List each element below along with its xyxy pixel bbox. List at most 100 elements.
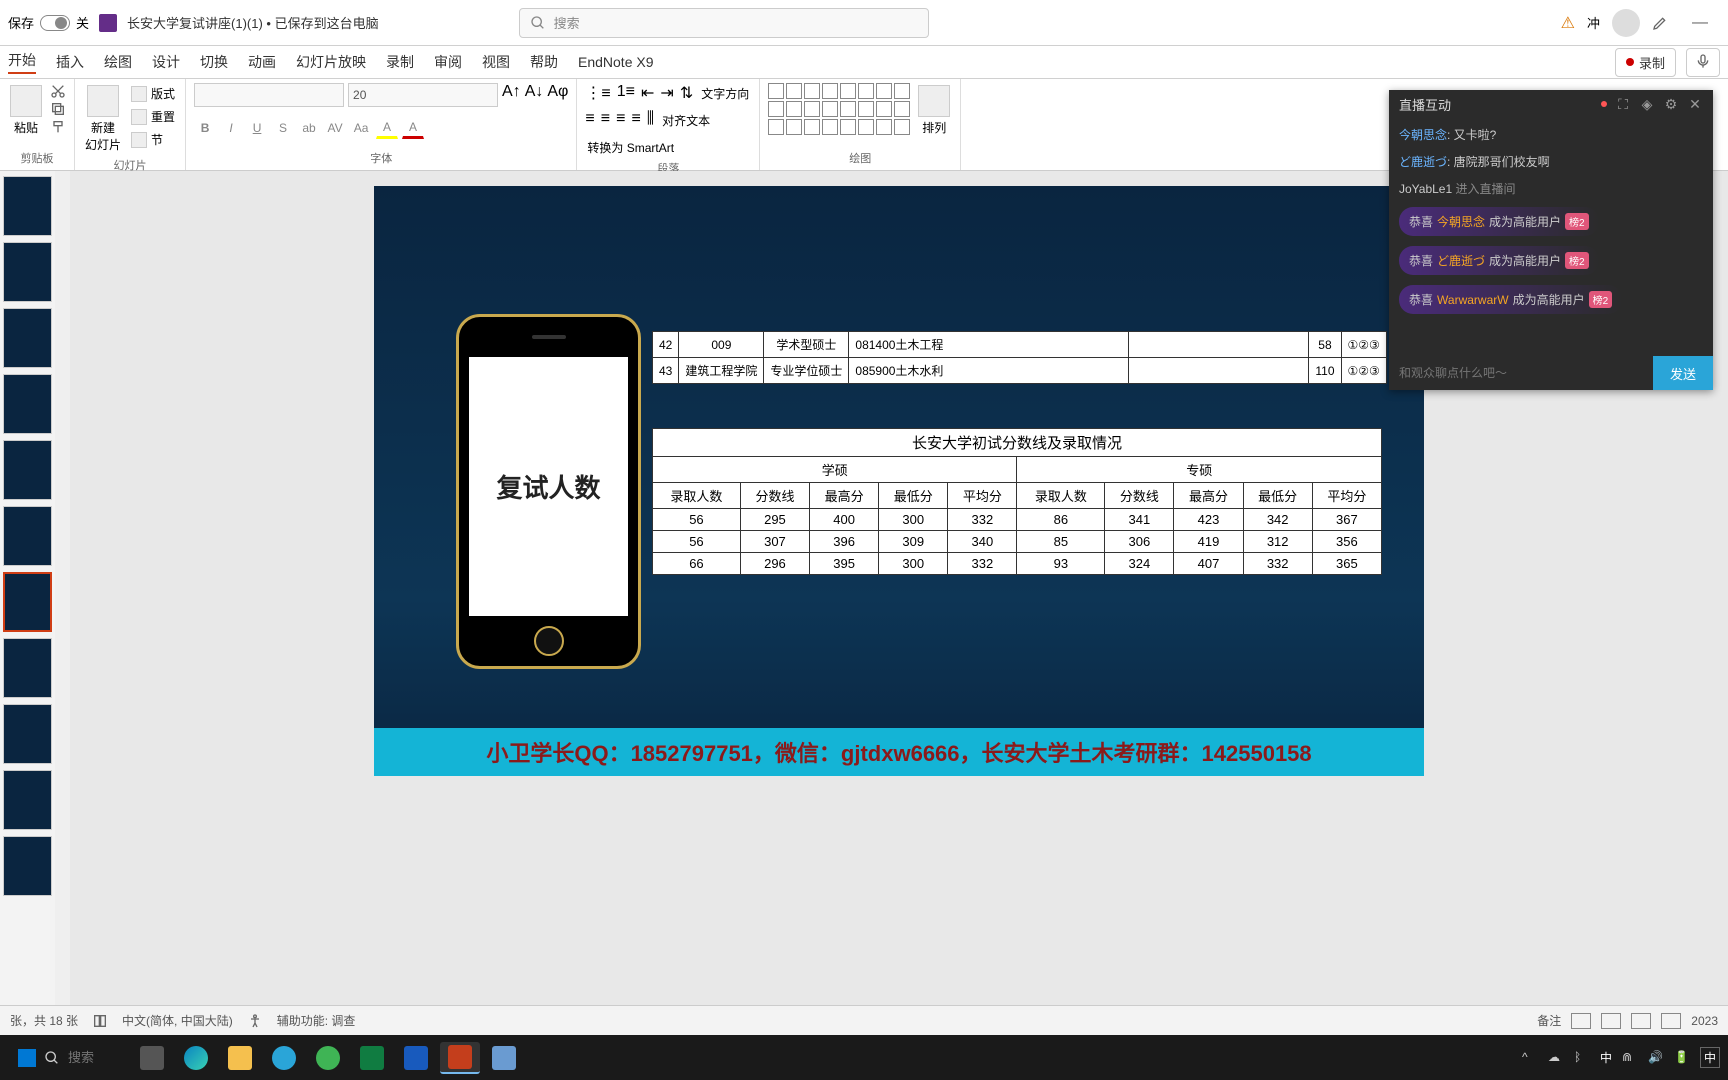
reading-view-icon[interactable] (1631, 1013, 1651, 1029)
smartart-button[interactable]: 转换为 SmartArt (585, 137, 676, 158)
volume-icon[interactable]: 🔊 (1648, 1050, 1664, 1066)
toggle-switch[interactable] (40, 15, 70, 31)
tab-review[interactable]: 审阅 (434, 52, 462, 72)
align-left-icon[interactable]: ≡ (585, 110, 594, 131)
excel-icon[interactable] (352, 1042, 392, 1074)
cloud-icon[interactable]: ☁ (1548, 1050, 1564, 1066)
copy-icon[interactable] (50, 101, 66, 117)
close-icon[interactable]: ✕ (1687, 96, 1703, 112)
chevron-up-icon[interactable]: ^ (1522, 1050, 1538, 1066)
explorer-icon[interactable] (220, 1042, 260, 1074)
slide-canvas[interactable]: 复试人数 42 009 学术型硕士 081400土木工程 58 ①②③ 43 建… (374, 186, 1424, 776)
tab-transitions[interactable]: 切换 (200, 52, 228, 72)
thumbnail[interactable] (3, 704, 52, 764)
wifi-icon[interactable]: ⋒ (1622, 1050, 1638, 1066)
chat-input[interactable] (1389, 356, 1653, 390)
normal-view-icon[interactable] (1571, 1013, 1591, 1029)
autosave-toggle[interactable]: 保存 关 (8, 13, 89, 32)
decrease-font-icon[interactable]: A↓ (525, 83, 544, 107)
new-slide-button[interactable]: 新建 幻灯片 (83, 83, 123, 155)
increase-font-icon[interactable]: A↑ (502, 83, 521, 107)
line-spacing-icon[interactable]: ⇅ (680, 83, 693, 104)
layout-button[interactable]: 版式 (129, 83, 177, 104)
thumbnail-active[interactable] (3, 572, 52, 632)
tab-endnote[interactable]: EndNote X9 (578, 54, 654, 70)
thumbnail-scrollbar[interactable] (55, 171, 70, 1005)
align-right-icon[interactable]: ≡ (616, 110, 625, 131)
columns-icon[interactable]: ⫼ (647, 110, 654, 131)
app-icon[interactable] (484, 1042, 524, 1074)
windows-icon[interactable] (18, 1049, 36, 1067)
arrange-button[interactable]: 排列 (916, 83, 952, 138)
font-name-input[interactable] (194, 83, 344, 107)
user-avatar[interactable] (1612, 9, 1640, 37)
strike-button[interactable]: S (272, 117, 294, 139)
tab-insert[interactable]: 插入 (56, 52, 84, 72)
tab-home[interactable]: 开始 (8, 50, 36, 74)
format-painter-icon[interactable] (50, 119, 66, 135)
battery-icon[interactable]: 🔋 (1674, 1050, 1690, 1066)
record-button[interactable]: 录制 (1615, 48, 1676, 77)
warning-icon[interactable]: ⚠ (1561, 13, 1575, 33)
indent-dec-icon[interactable]: ⇤ (641, 83, 654, 104)
tab-view[interactable]: 视图 (482, 52, 510, 72)
chat-send-button[interactable]: 发送 (1653, 356, 1713, 390)
thumbnail[interactable] (3, 638, 52, 698)
save-icon[interactable] (99, 14, 117, 32)
ime-indicator-2[interactable]: 中 (1700, 1047, 1720, 1068)
thumbnail[interactable] (3, 440, 52, 500)
pen-icon[interactable] (1652, 15, 1668, 31)
paste-button[interactable]: 粘贴 (8, 83, 44, 138)
edge-icon[interactable] (176, 1042, 216, 1074)
thumbnail[interactable] (3, 242, 52, 302)
tab-slideshow[interactable]: 幻灯片放映 (296, 52, 366, 72)
underline-button[interactable]: U (246, 117, 268, 139)
tab-animations[interactable]: 动画 (248, 52, 276, 72)
tab-record[interactable]: 录制 (386, 52, 414, 72)
align-text-button[interactable]: 对齐文本 (660, 110, 712, 131)
powerpoint-icon[interactable] (440, 1042, 480, 1074)
bluetooth-icon[interactable]: ᛒ (1574, 1050, 1590, 1066)
bullets-icon[interactable]: ⋮≡ (585, 83, 610, 104)
word-icon[interactable] (396, 1042, 436, 1074)
thumbnail[interactable] (3, 308, 52, 368)
bold-button[interactable]: B (194, 117, 216, 139)
start-search[interactable] (8, 1043, 128, 1073)
indent-inc-icon[interactable]: ⇥ (660, 83, 673, 104)
spacing-button[interactable]: AV (324, 117, 346, 139)
taskbar-search-input[interactable] (68, 1050, 118, 1065)
notes-button[interactable]: 备注 (1537, 1012, 1561, 1029)
language-label[interactable]: 中文(简体, 中国大陆) (122, 1012, 233, 1029)
accessibility-label[interactable]: 辅助功能: 调查 (277, 1012, 356, 1029)
tab-help[interactable]: 帮助 (530, 52, 558, 72)
cut-icon[interactable] (50, 83, 66, 99)
tab-draw[interactable]: 绘图 (104, 52, 132, 72)
highlight-button[interactable]: A (376, 117, 398, 139)
tab-design[interactable]: 设计 (152, 52, 180, 72)
thumbnail[interactable] (3, 374, 52, 434)
sorter-view-icon[interactable] (1601, 1013, 1621, 1029)
browser-icon[interactable] (308, 1042, 348, 1074)
slide-thumbnails[interactable] (0, 171, 55, 1005)
thumbnail[interactable] (3, 506, 52, 566)
clear-format-icon[interactable]: Aφ (547, 83, 568, 107)
shapes-gallery[interactable] (768, 83, 910, 135)
mic-button[interactable] (1686, 48, 1720, 77)
search-box[interactable]: 搜索 (519, 8, 929, 38)
thumbnail[interactable] (3, 770, 52, 830)
task-view-icon[interactable] (132, 1042, 172, 1074)
section-button[interactable]: 节 (129, 129, 177, 150)
thumbnail[interactable] (3, 836, 52, 896)
align-justify-icon[interactable]: ≡ (631, 110, 640, 131)
thumbnail[interactable] (3, 176, 52, 236)
case-button[interactable]: Aa (350, 117, 372, 139)
minimize-button[interactable]: — (1680, 8, 1720, 38)
settings-icon[interactable]: ⚙ (1663, 96, 1679, 112)
align-center-icon[interactable]: ≡ (601, 110, 610, 131)
system-tray[interactable]: ^ ☁ ᛒ 中 ⋒ 🔊 🔋 中 (1522, 1047, 1720, 1068)
expand-icon[interactable]: ⛶ (1615, 96, 1631, 112)
font-color-button[interactable]: A (402, 117, 424, 139)
text-direction-button[interactable]: 文字方向 (699, 83, 751, 104)
pin-icon[interactable]: ◈ (1639, 96, 1655, 112)
live-chat-panel[interactable]: 直播互动 ⛶ ◈ ⚙ ✕ 今朝思念: 又卡啦? ど鹿逝づ: 唐院那哥们校友啊 J… (1389, 90, 1713, 390)
